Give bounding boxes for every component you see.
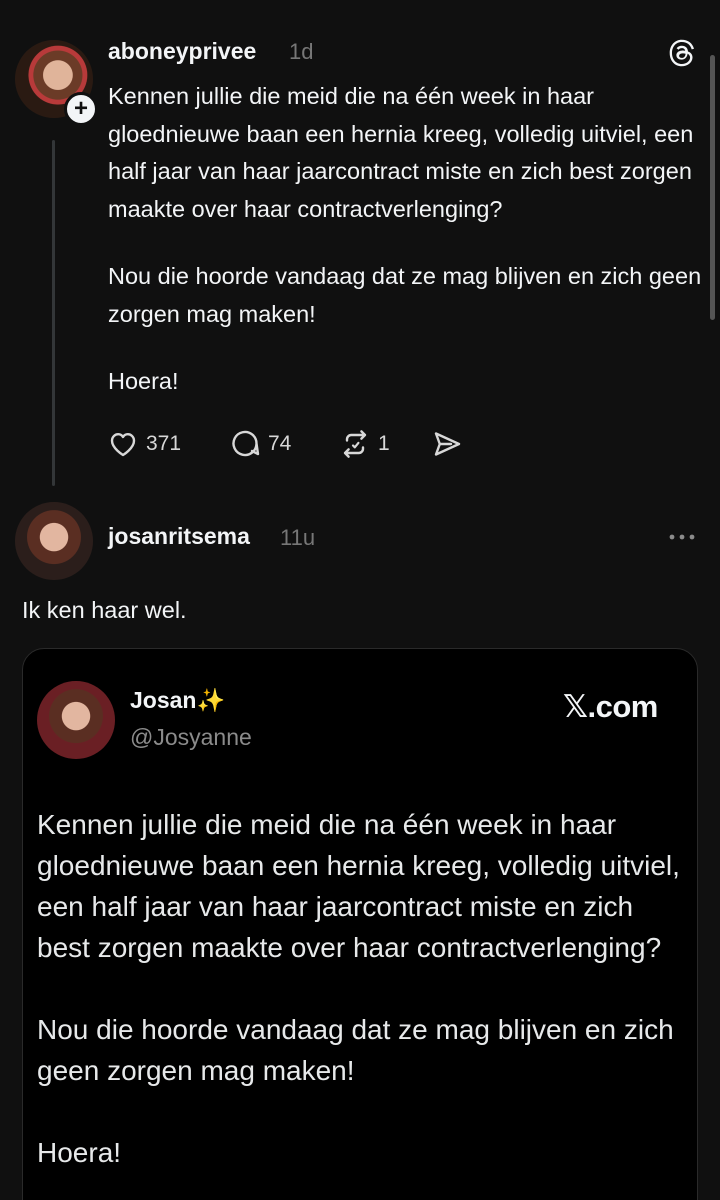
- reply-timestamp: 11u: [280, 525, 316, 550]
- more-options-icon[interactable]: [666, 525, 698, 549]
- reply-post: josanritsema 11u Ik ken haar wel. Josan✨…: [0, 490, 720, 1200]
- embed-handle: @Josyanne: [130, 724, 252, 750]
- thread-line: [52, 140, 55, 486]
- embedded-x-post[interactable]: Josan✨ @Josyanne 𝕏.com Kennen jullie die…: [22, 648, 698, 1200]
- share-icon: [434, 432, 461, 456]
- embed-name-text: Josan: [130, 687, 197, 713]
- reply-count: 74: [268, 432, 292, 455]
- post-paragraph: Hoera!: [108, 368, 179, 394]
- post-paragraph: Kennen jullie die meid die na één week i…: [108, 83, 694, 222]
- like-count: 371: [146, 432, 182, 455]
- post-body: Kennen jullie die meid die na één week i…: [108, 78, 708, 431]
- embed-display-name: Josan✨: [130, 687, 225, 714]
- post-paragraph: Nou die hoorde vandaag dat ze mag blijve…: [108, 263, 702, 327]
- follow-plus-button[interactable]: +: [64, 92, 98, 126]
- embed-source-label: 𝕏.com: [563, 689, 658, 724]
- threads-logo-icon[interactable]: [666, 37, 698, 69]
- post-username[interactable]: aboneyprivee: [108, 38, 256, 65]
- sparkle-icon: ✨: [196, 687, 226, 713]
- repost-button[interactable]: 1: [338, 426, 390, 462]
- scrollbar[interactable]: [710, 55, 715, 320]
- avatar-josyanne: [37, 681, 115, 759]
- post-timestamp: 1d: [289, 39, 314, 64]
- repost-count: 1: [378, 432, 390, 455]
- repost-icon: [343, 430, 367, 458]
- embed-paragraph: Kennen jullie die meid die na één week i…: [37, 809, 680, 963]
- reply-button[interactable]: 74: [228, 426, 291, 462]
- reply-body: Ik ken haar wel.: [22, 597, 187, 623]
- embed-body: Kennen jullie die meid die na één week i…: [37, 804, 687, 1200]
- avatar-josanritsema[interactable]: [15, 502, 93, 580]
- comment-icon: [232, 430, 260, 457]
- embed-paragraph: Nou die hoorde vandaag dat ze mag blijve…: [37, 1014, 674, 1086]
- reply-username[interactable]: josanritsema: [108, 523, 250, 550]
- original-post: + aboneyprivee 1d Kennen jullie die meid…: [0, 0, 720, 490]
- heart-icon: [110, 433, 136, 457]
- share-button[interactable]: [430, 426, 464, 462]
- like-button[interactable]: 371: [106, 426, 181, 462]
- embed-paragraph: Hoera!: [37, 1137, 122, 1168]
